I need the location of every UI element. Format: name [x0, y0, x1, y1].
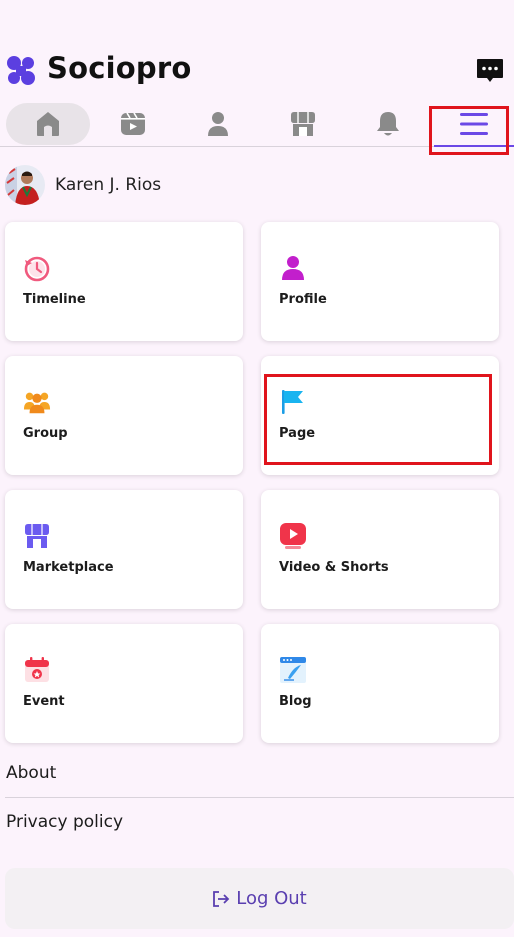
- group-icon: [23, 392, 51, 414]
- person-icon: [282, 256, 304, 280]
- card-label: Blog: [279, 694, 312, 709]
- nav-menu[interactable]: [434, 103, 514, 147]
- bell-icon: [377, 112, 399, 136]
- privacy-policy-link[interactable]: Privacy policy: [6, 812, 123, 832]
- user-profile-row[interactable]: Karen J. Rios: [5, 164, 161, 206]
- card-label: Video & Shorts: [279, 560, 389, 575]
- home-icon: [37, 112, 59, 136]
- menu-card-group[interactable]: Group: [5, 356, 243, 475]
- logout-button[interactable]: Log Out: [5, 868, 514, 929]
- messenger-icon[interactable]: [475, 56, 505, 86]
- divider: [5, 797, 514, 798]
- brand-name: Sociopro: [47, 51, 192, 85]
- person-icon: [208, 112, 228, 136]
- nav-profile[interactable]: [176, 103, 260, 145]
- nav-reels[interactable]: [91, 103, 175, 145]
- store-icon: [291, 112, 315, 136]
- store-icon: [25, 524, 49, 548]
- card-label: Event: [23, 694, 65, 709]
- card-label: Marketplace: [23, 560, 114, 575]
- menu-card-marketplace[interactable]: Marketplace: [5, 490, 243, 609]
- avatar: [5, 165, 45, 205]
- logout-label: Log Out: [236, 888, 307, 909]
- sociopro-logo-icon: [7, 56, 35, 85]
- app-header: Sociopro: [0, 48, 514, 92]
- menu-card-event[interactable]: Event: [5, 624, 243, 743]
- menu-card-profile[interactable]: Profile: [261, 222, 499, 341]
- menu-card-blog[interactable]: Blog: [261, 624, 499, 743]
- history-icon: [24, 256, 50, 282]
- menu-card-timeline[interactable]: Timeline: [5, 222, 243, 341]
- flag-icon: [282, 390, 303, 414]
- card-label: Timeline: [23, 292, 86, 307]
- top-nav: [0, 101, 514, 147]
- calendar-icon: [25, 657, 49, 682]
- user-name: Karen J. Rios: [55, 175, 162, 195]
- menu-card-page[interactable]: Page: [261, 356, 499, 475]
- card-label: Profile: [279, 292, 327, 307]
- video-icon: [121, 112, 145, 135]
- card-label: Page: [279, 426, 316, 441]
- about-link[interactable]: About: [6, 763, 56, 783]
- card-label: Group: [23, 426, 68, 441]
- blog-icon: [280, 657, 306, 683]
- nav-marketplace[interactable]: [261, 103, 345, 145]
- nav-notifications[interactable]: [346, 103, 430, 145]
- menu-card-video-shorts[interactable]: Video & Shorts: [261, 490, 499, 609]
- nav-home[interactable]: [6, 103, 90, 145]
- hamburger-icon: [460, 113, 488, 135]
- play-icon: [280, 523, 306, 549]
- logout-icon: [213, 890, 230, 907]
